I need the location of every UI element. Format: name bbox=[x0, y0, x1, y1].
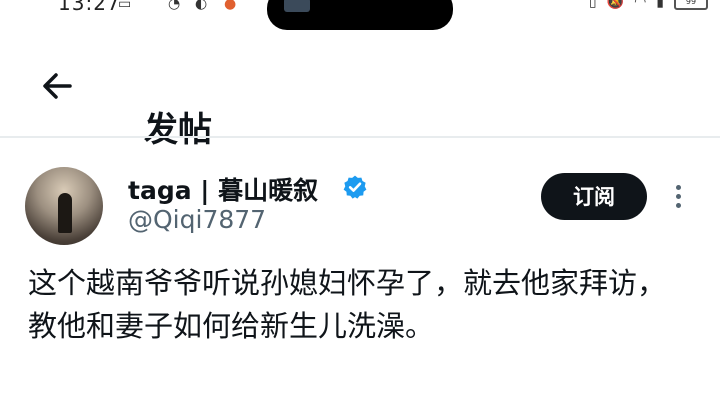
dot bbox=[675, 185, 681, 190]
header-divider bbox=[0, 136, 720, 138]
header: 发帖 bbox=[0, 36, 720, 150]
more-options-icon[interactable] bbox=[668, 182, 688, 216]
camera-cutout bbox=[267, 0, 453, 30]
author-display-name[interactable]: taga | 暮山暖叙 bbox=[128, 171, 318, 207]
dot bbox=[675, 194, 681, 199]
notification-icon: ▭ bbox=[118, 0, 132, 12]
vibrate-icon: ▯ bbox=[588, 0, 597, 10]
signal-icon: ▮ bbox=[656, 0, 664, 10]
media-thumbnail bbox=[284, 0, 310, 12]
verified-badge-icon bbox=[343, 175, 367, 199]
notification-app-icon: ◔ bbox=[168, 0, 181, 12]
back-arrow-icon[interactable] bbox=[38, 66, 78, 106]
post-text: 这个越南爷爷听说孙媳妇怀孕了，就去他家拜访，教他和妻子如何给新生儿洗澡。 bbox=[28, 266, 667, 343]
wifi-icon: ◠ bbox=[634, 0, 647, 10]
dot bbox=[675, 203, 681, 208]
status-bar: 13:27 ▭ ◔ ◐ ● ▯ 🔕 ◠ ▮ 99 bbox=[0, 0, 720, 30]
mute-icon: 🔕 bbox=[606, 0, 625, 10]
battery-icon: 99 bbox=[674, 0, 708, 10]
status-time: 13:27 bbox=[58, 0, 121, 15]
author-handle[interactable]: @Qiqi7877 bbox=[128, 205, 266, 234]
subscribe-button[interactable]: 订阅 bbox=[541, 173, 647, 220]
avatar[interactable] bbox=[25, 167, 103, 245]
status-icons: ▯ 🔕 ◠ ▮ 99 bbox=[589, 0, 708, 10]
notification-app-icon-2: ◐ bbox=[195, 0, 208, 12]
notification-app-icon-3: ● bbox=[224, 0, 237, 12]
avatar-figure bbox=[58, 193, 72, 233]
page-title: 发帖 bbox=[144, 110, 212, 150]
